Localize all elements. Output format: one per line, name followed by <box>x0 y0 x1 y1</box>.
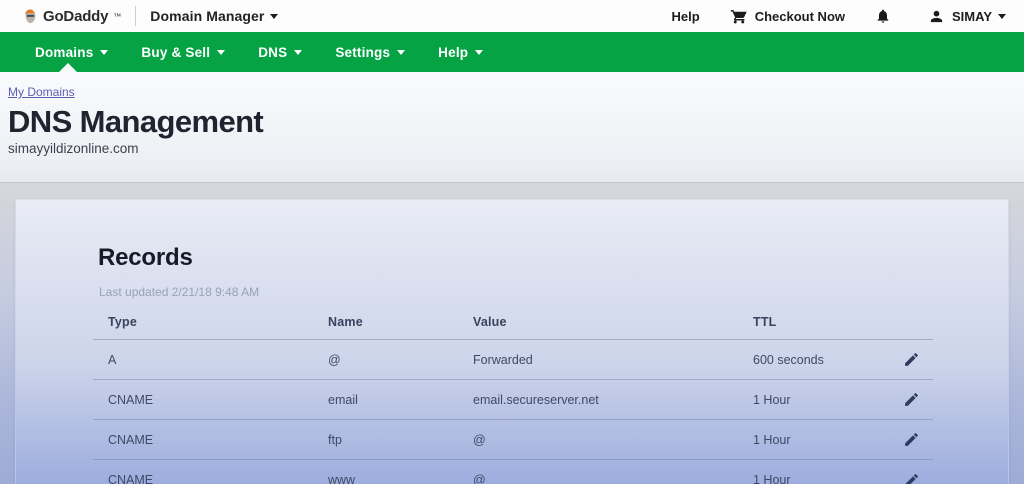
bell-icon <box>875 8 891 24</box>
table-row: A @ Forwarded 600 seconds <box>93 340 933 380</box>
nav-label: Help <box>438 44 469 60</box>
person-icon <box>928 8 945 25</box>
cell-value: @ <box>473 473 486 484</box>
cell-name: ftp <box>328 432 342 447</box>
table-row: CNAME email email.secureserver.net 1 Hou… <box>93 380 933 420</box>
chevron-down-icon <box>294 49 303 55</box>
table-row: CNAME www @ 1 Hour <box>93 460 933 484</box>
help-label: Help <box>671 8 700 24</box>
domain-manager-menu[interactable]: Domain Manager <box>150 8 279 24</box>
username-label: SIMAY <box>952 8 992 24</box>
cell-ttl: 1 Hour <box>753 432 791 447</box>
main-nav: Domains Buy & Sell DNS Settings Help <box>0 32 1024 72</box>
cell-type: CNAME <box>108 473 154 484</box>
table-row: CNAME ftp @ 1 Hour <box>93 420 933 460</box>
godaddy-mascot-icon <box>22 8 39 25</box>
cell-value: email.secureserver.net <box>473 392 599 407</box>
pencil-icon <box>905 473 918 484</box>
chevron-down-icon <box>397 49 406 55</box>
cart-icon <box>730 7 748 25</box>
dns-records-table: Type Name Value TTL A @ Forwarded 600 se… <box>93 305 933 484</box>
brand-name: GoDaddy <box>43 7 109 25</box>
nav-item-help[interactable]: Help <box>438 32 484 72</box>
checkout-now-button[interactable]: Checkout Now <box>730 7 845 25</box>
account-menu[interactable]: SIMAY <box>928 8 1006 25</box>
checkout-label: Checkout Now <box>754 8 846 24</box>
pencil-icon <box>905 393 918 406</box>
nav-label: Settings <box>335 44 391 60</box>
records-card: Records Last updated 2/21/18 9:48 AM Typ… <box>16 200 1008 484</box>
table-header-row: Type Name Value TTL <box>93 305 933 340</box>
nav-label: DNS <box>258 44 288 60</box>
edit-record-button[interactable] <box>903 431 933 448</box>
nav-item-settings[interactable]: Settings <box>335 32 406 72</box>
domain-name: simayyildizonline.com <box>8 141 139 156</box>
notifications-button[interactable] <box>875 8 898 24</box>
divider <box>135 6 137 26</box>
cell-value: @ <box>473 432 486 447</box>
cell-name: @ <box>328 352 341 367</box>
cell-ttl: 600 seconds <box>753 352 824 367</box>
active-tab-notch <box>59 63 77 72</box>
page-header: My Domains DNS Management simayyildizonl… <box>0 72 1024 183</box>
records-heading: Records <box>98 244 193 271</box>
chevron-down-icon <box>217 49 226 55</box>
cell-ttl: 1 Hour <box>753 473 791 484</box>
chevron-down-icon <box>475 49 484 55</box>
nav-item-buy-sell[interactable]: Buy & Sell <box>141 32 226 72</box>
nav-item-dns[interactable]: DNS <box>258 32 303 72</box>
edit-record-button[interactable] <box>903 472 933 484</box>
breadcrumb-my-domains[interactable]: My Domains <box>8 85 75 99</box>
column-header-type: Type <box>108 315 138 329</box>
cell-type: A <box>108 352 117 367</box>
godaddy-logo[interactable]: GoDaddy ™ <box>22 8 121 25</box>
app-title: Domain Manager <box>150 8 265 24</box>
content-area: Records Last updated 2/21/18 9:48 AM Typ… <box>0 183 1024 484</box>
cell-ttl: 1 Hour <box>753 392 791 407</box>
help-link[interactable]: Help <box>672 9 700 24</box>
column-header-value: Value <box>473 315 507 329</box>
cell-type: CNAME <box>108 432 154 447</box>
nav-label: Buy & Sell <box>141 44 211 60</box>
cell-name: email <box>328 392 358 407</box>
pencil-icon <box>905 353 918 366</box>
column-header-ttl: TTL <box>753 315 777 329</box>
nav-item-domains[interactable]: Domains <box>35 32 109 72</box>
chevron-down-icon <box>100 49 109 55</box>
nav-label: Domains <box>35 44 94 60</box>
edit-record-button[interactable] <box>903 351 933 368</box>
top-bar: GoDaddy ™ Domain Manager Help Checkout No… <box>0 0 1024 32</box>
last-updated-text: Last updated 2/21/18 9:48 AM <box>99 285 260 299</box>
godaddy-dns-management-screen: GoDaddy ™ Domain Manager Help Checkout No… <box>0 0 1024 484</box>
edit-record-button[interactable] <box>903 391 933 408</box>
brand-trademark: ™ <box>113 11 122 21</box>
column-header-name: Name <box>328 315 363 329</box>
page-title: DNS Management <box>8 104 264 139</box>
chevron-down-icon <box>998 13 1006 19</box>
cell-name: www <box>328 473 356 484</box>
pencil-icon <box>905 433 918 446</box>
cell-value: Forwarded <box>473 352 533 367</box>
chevron-down-icon <box>270 13 279 19</box>
cell-type: CNAME <box>108 392 154 407</box>
